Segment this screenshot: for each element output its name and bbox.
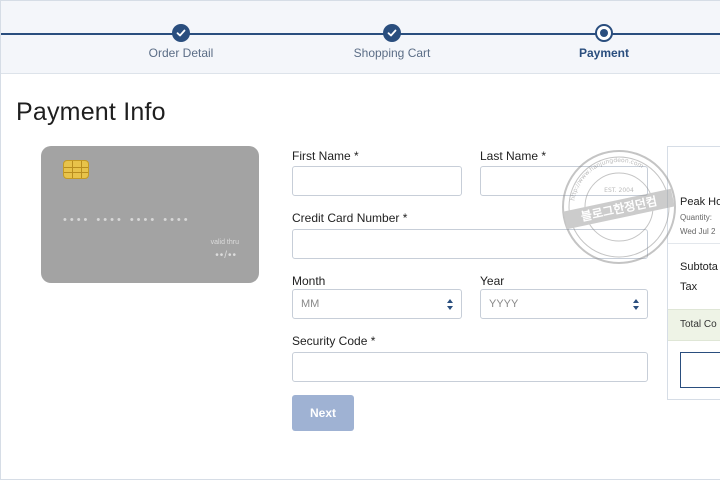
step-label: Payment: [578, 46, 630, 60]
card-number-mask: •••• •••• •••• ••••: [63, 214, 191, 226]
select-arrows-icon: [633, 299, 639, 310]
checkout-stepper: Order Detail Shopping Cart Payment: [1, 1, 720, 74]
first-name-input[interactable]: [292, 166, 462, 196]
year-label: Year: [480, 274, 505, 288]
check-icon: [172, 24, 190, 42]
select-arrows-icon: [447, 299, 453, 310]
summary-total-bar: Total Co: [668, 309, 720, 341]
watermark-stamp-icon: http://www.hanjungdeon.com EST. 2004 블로그…: [562, 150, 676, 264]
summary-item-quantity: Quantity:: [680, 213, 713, 222]
security-code-input[interactable]: [292, 352, 648, 382]
summary-total-label: Total Co: [680, 319, 717, 330]
year-selected-value: YYYY: [489, 298, 519, 310]
watermark-est-text: EST. 2004: [604, 187, 634, 194]
month-select[interactable]: MM: [292, 289, 462, 319]
month-selected-value: MM: [301, 298, 320, 310]
card-chip-icon: [63, 160, 89, 179]
summary-item-date: Wed Jul 2: [680, 227, 716, 236]
credit-card-preview: •••• •••• •••• •••• valid thru ••/••: [41, 146, 259, 283]
valid-thru-label: valid thru: [210, 239, 239, 246]
watermark-url-text: http://www.hanjungdeon.com: [569, 157, 644, 201]
page-title: Payment Info: [16, 98, 166, 126]
last-name-label: Last Name *: [480, 149, 547, 163]
current-step-icon: [595, 24, 613, 42]
summary-subtotal-label: Subtota: [680, 261, 718, 273]
watermark-main-text: 블로그한정던컴: [580, 193, 659, 224]
year-select[interactable]: YYYY: [480, 289, 648, 319]
step-label: Shopping Cart: [353, 46, 431, 60]
summary-action-box[interactable]: [680, 352, 720, 388]
summary-item-title: Peak Ho: [680, 196, 720, 208]
first-name-label: First Name *: [292, 149, 359, 163]
card-number-label: Credit Card Number *: [292, 211, 408, 225]
check-icon: [383, 24, 401, 42]
step-label: Order Detail: [148, 46, 214, 60]
month-label: Month: [292, 274, 326, 288]
security-code-label: Security Code *: [292, 334, 376, 348]
valid-thru-mask: ••/••: [215, 250, 237, 261]
next-button[interactable]: Next: [292, 395, 354, 431]
summary-tax-label: Tax: [680, 281, 698, 293]
